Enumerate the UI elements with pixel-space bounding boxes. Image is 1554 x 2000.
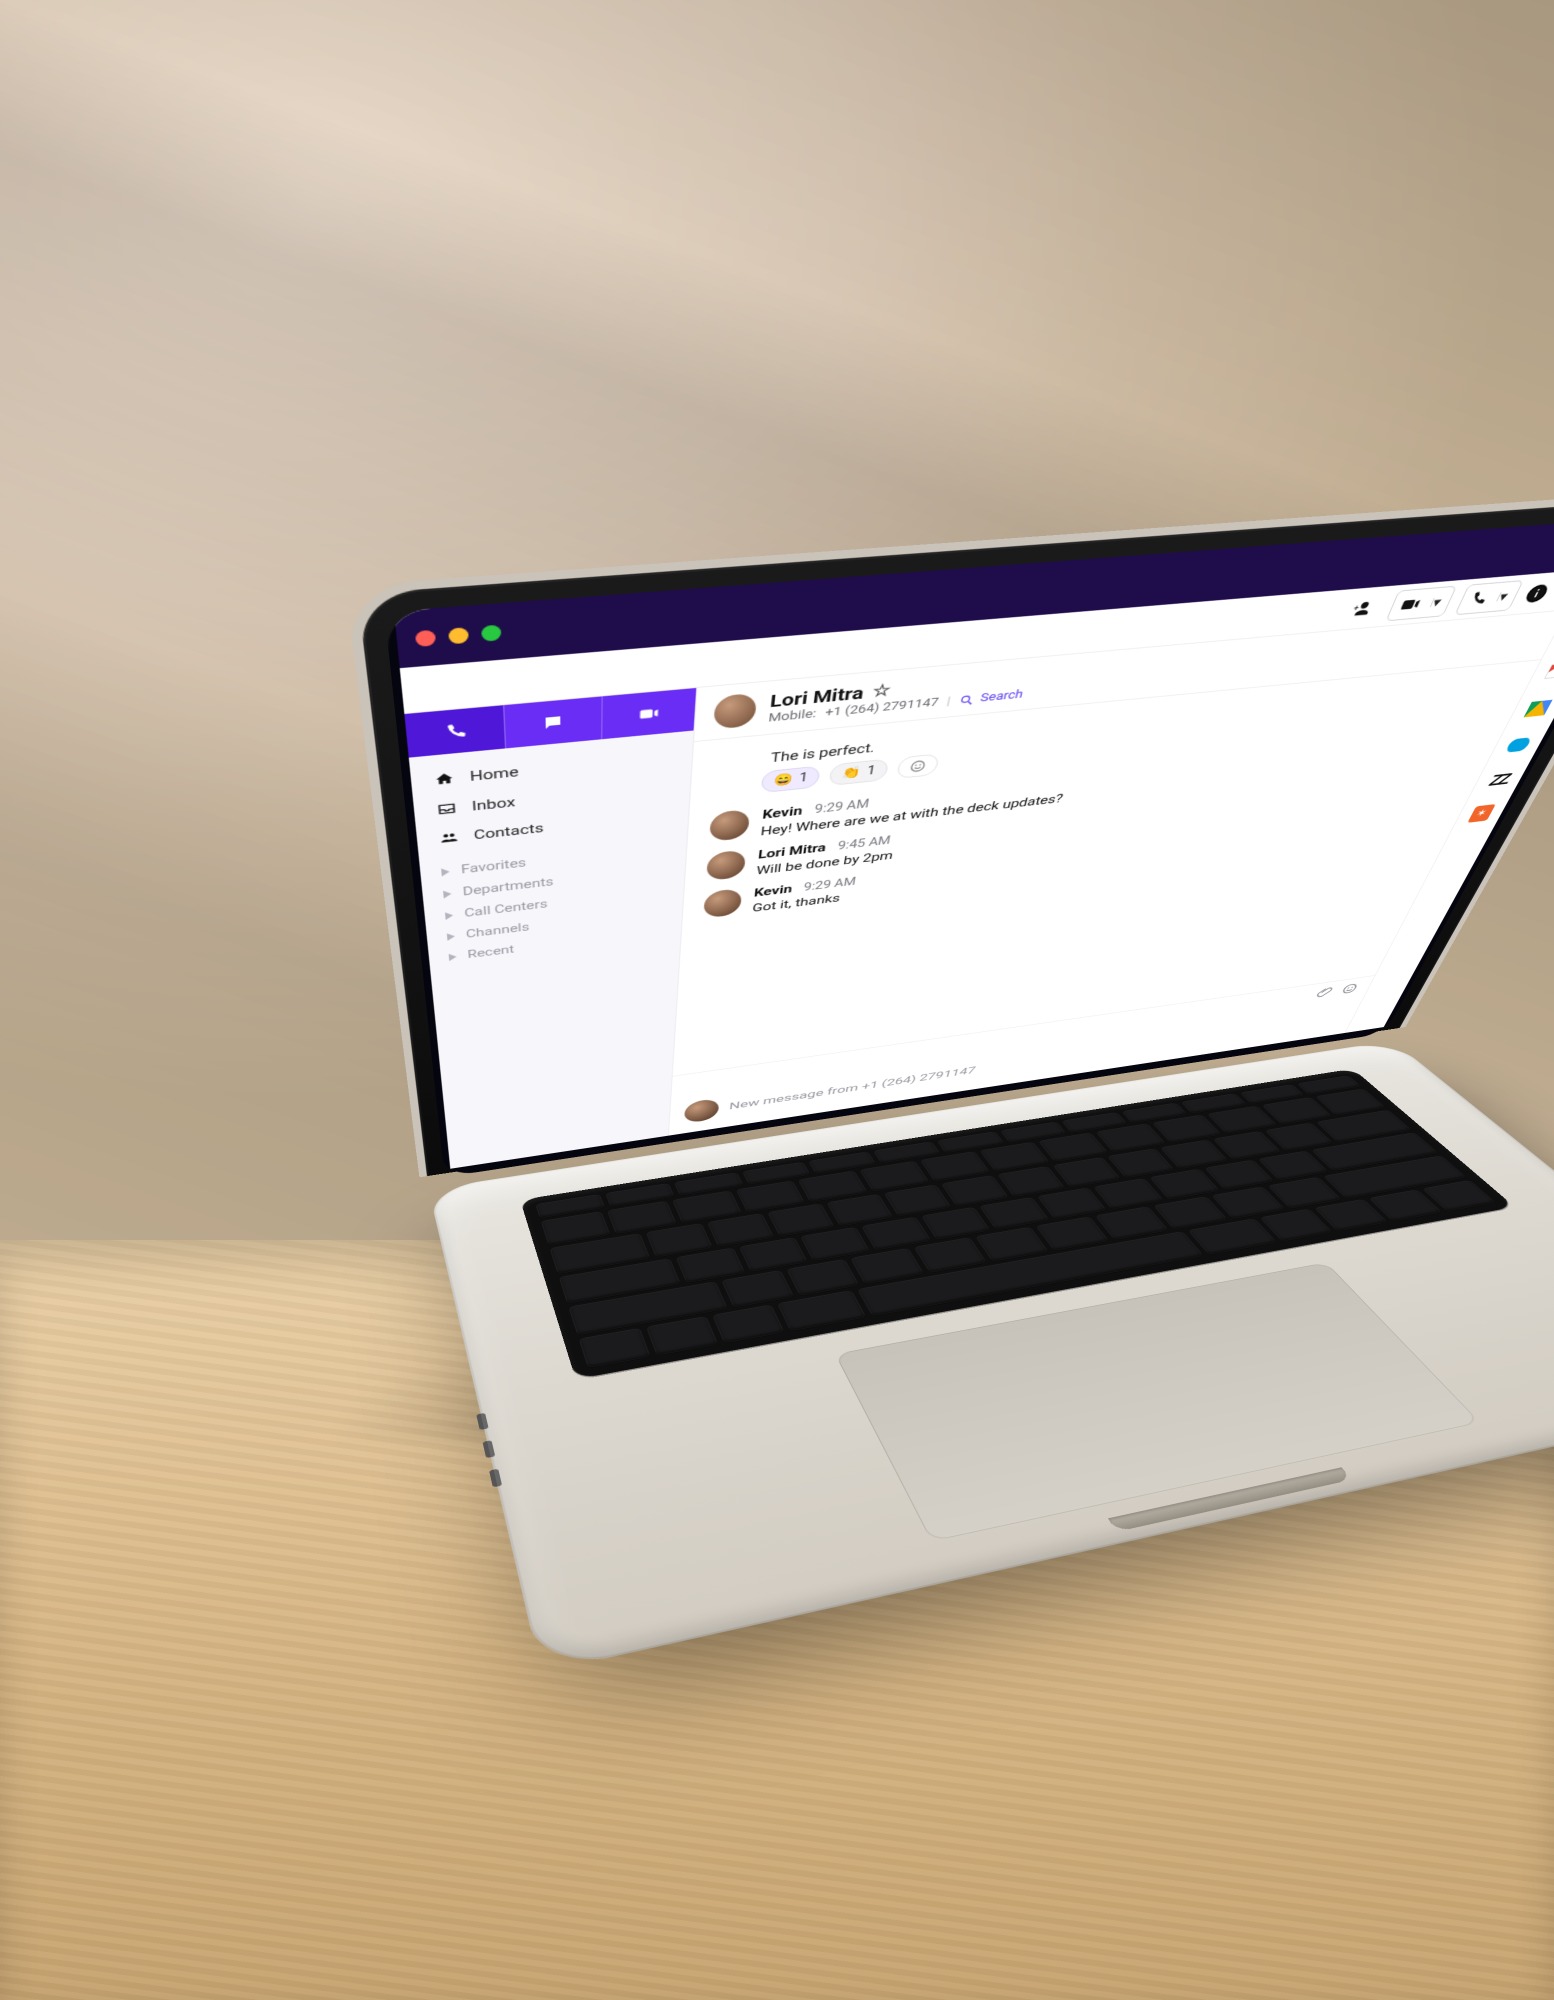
video-call-button[interactable]: ▾ <box>1386 585 1458 621</box>
message-author: Kevin <box>762 803 804 822</box>
conversation-header: Lori Mitra ☆ Mobile: +1 (264) 2791147 | <box>694 610 1554 742</box>
caret-right-icon <box>441 868 450 877</box>
caret-right-icon <box>443 890 452 899</box>
video-icon <box>638 704 660 723</box>
gmail-icon <box>1544 662 1554 679</box>
emoji-button[interactable] <box>1339 982 1360 995</box>
chat-icon <box>542 713 564 732</box>
paperclip-icon <box>1314 986 1335 999</box>
info-icon <box>1523 583 1551 602</box>
previous-message-text: The is perfect. <box>770 676 1515 765</box>
caret-right-icon <box>447 933 455 941</box>
rail-salesforce[interactable] <box>1502 734 1534 756</box>
salesforce-icon <box>1504 737 1532 753</box>
rail-zendesk[interactable]: ZZ <box>1483 769 1515 790</box>
message-row: Kevin 9:29 AM Got it, thanks <box>703 804 1449 920</box>
add-contact-button[interactable] <box>1335 591 1387 625</box>
minimize-window-button[interactable] <box>448 627 469 644</box>
emoji-icon: 😄 <box>773 772 794 787</box>
sidebar: Home Inbox Contacts <box>404 688 697 1169</box>
app-header: ▾ ▾ <box>400 565 1554 714</box>
inbox-icon <box>435 800 458 818</box>
compose-avatar <box>684 1098 720 1124</box>
app-window: ▾ ▾ <box>394 516 1554 1169</box>
message-avatar[interactable] <box>706 849 746 881</box>
drive-icon <box>1523 700 1552 718</box>
phone-icon <box>444 722 468 741</box>
caret-right-icon <box>449 953 457 961</box>
search-icon <box>958 693 976 707</box>
smile-icon <box>1339 982 1360 995</box>
hubspot-icon: ✶ <box>1467 804 1495 823</box>
info-button[interactable] <box>1523 583 1551 602</box>
message-time: 9:45 AM <box>837 834 892 852</box>
message-avatar[interactable] <box>709 809 750 842</box>
home-icon <box>433 770 456 788</box>
reaction-smile[interactable]: 😄1 <box>761 765 822 793</box>
contact-avatar[interactable] <box>713 693 757 730</box>
zendesk-icon: ZZ <box>1486 770 1513 791</box>
nav-inbox[interactable]: Inbox <box>427 771 677 826</box>
close-window-button[interactable] <box>415 629 436 646</box>
section-recent[interactable]: Recent <box>441 921 669 969</box>
rail-gmail[interactable] <box>1541 659 1554 682</box>
rail-hubspot[interactable]: ✶ <box>1466 803 1497 823</box>
sidebar-tabs <box>404 688 696 758</box>
add-reaction-button[interactable] <box>896 753 940 779</box>
star-button[interactable]: ☆ <box>871 681 892 702</box>
conversation-pane: Lori Mitra ☆ Mobile: +1 (264) 2791147 | <box>669 610 1554 1135</box>
message-time: 9:29 AM <box>803 876 857 894</box>
reaction-clap[interactable]: 👏1 <box>829 759 889 786</box>
message-time: 9:29 AM <box>814 798 870 817</box>
section-call-centers[interactable]: Call Centers <box>438 879 672 927</box>
laptop-base: ▾ ▾ <box>429 1041 1554 1673</box>
attachment-button[interactable] <box>1314 986 1335 999</box>
audio-call-button[interactable]: ▾ <box>1455 580 1524 615</box>
nav-contacts[interactable]: Contacts <box>430 800 676 854</box>
nav-home[interactable]: Home <box>425 741 680 796</box>
video-icon <box>1397 594 1424 614</box>
window-controls <box>415 624 502 647</box>
rail-drive[interactable] <box>1521 697 1554 719</box>
phone-icon <box>1466 589 1491 607</box>
section-channels[interactable]: Channels <box>440 900 671 948</box>
nav-label: Home <box>469 764 518 785</box>
search-in-conversation[interactable]: Search <box>958 688 1025 707</box>
nav-label: Inbox <box>471 794 515 814</box>
smile-plus-icon <box>908 759 927 774</box>
zoom-window-button[interactable] <box>481 624 501 641</box>
add-person-icon <box>1346 597 1376 619</box>
sidebar-tab-video[interactable] <box>601 688 697 739</box>
message-author: Kevin <box>753 882 793 900</box>
caret-right-icon <box>445 911 454 920</box>
message-text: Got it, thanks <box>752 890 855 915</box>
nav-label: Contacts <box>473 820 543 842</box>
laptop-lid: ▾ ▾ <box>357 497 1554 1190</box>
sidebar-tab-phone[interactable] <box>404 705 505 757</box>
section-departments[interactable]: Departments <box>436 858 673 907</box>
message-avatar[interactable] <box>703 888 742 919</box>
contact-name: Lori Mitra <box>769 682 865 712</box>
chevron-down-icon: ▾ <box>1430 597 1444 607</box>
contacts-icon <box>438 829 460 846</box>
message-author: Lori Mitra <box>757 840 826 861</box>
message-text: Hey! Where are we at with the deck updat… <box>760 791 1065 838</box>
section-favorites[interactable]: Favorites <box>433 836 673 885</box>
mobile-label: Mobile: <box>768 707 817 725</box>
chevron-down-icon: ▾ <box>1496 591 1510 601</box>
mobile-number: +1 (264) 2791147 <box>824 696 940 720</box>
emoji-icon: 👏 <box>841 765 862 780</box>
sidebar-tab-chat[interactable] <box>503 696 601 748</box>
message-text: Will be done by 2pm <box>756 848 895 877</box>
